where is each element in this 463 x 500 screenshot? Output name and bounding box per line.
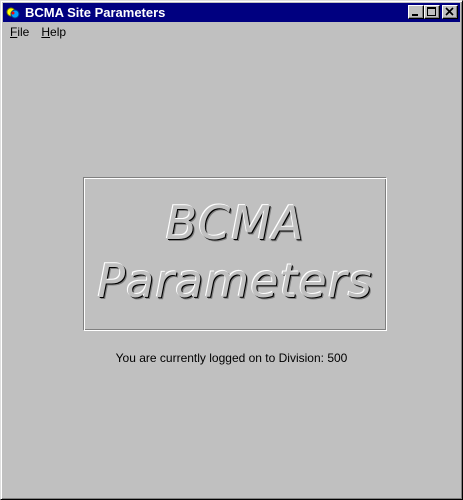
banner-title-line1: BCMA — [165, 196, 305, 250]
banner-title-line2: Parameters — [97, 254, 373, 308]
maximize-icon — [427, 7, 436, 16]
bcma-app-icon[interactable] — [5, 5, 21, 21]
minimize-icon — [412, 14, 418, 16]
menu-bar: File Help — [4, 23, 72, 41]
menu-file[interactable]: File — [4, 25, 35, 39]
maximize-button[interactable] — [424, 5, 440, 19]
division-status: You are currently logged on to Division:… — [115, 351, 348, 365]
menu-help-mnemonic: H — [41, 25, 51, 39]
menu-help-label: elp — [50, 25, 67, 39]
main-window: BCMA Site Parameters File Help BCMA Para… — [0, 0, 463, 500]
title-buttons — [408, 5, 458, 19]
menu-help[interactable]: Help — [35, 25, 72, 39]
menu-file-label: ile — [17, 25, 30, 39]
close-button[interactable] — [442, 5, 458, 19]
title-bar[interactable]: BCMA Site Parameters — [3, 3, 460, 22]
banner-panel: BCMA Parameters — [83, 177, 387, 331]
minimize-button[interactable] — [408, 5, 424, 19]
close-icon — [445, 7, 454, 16]
window-title: BCMA Site Parameters — [25, 5, 166, 20]
